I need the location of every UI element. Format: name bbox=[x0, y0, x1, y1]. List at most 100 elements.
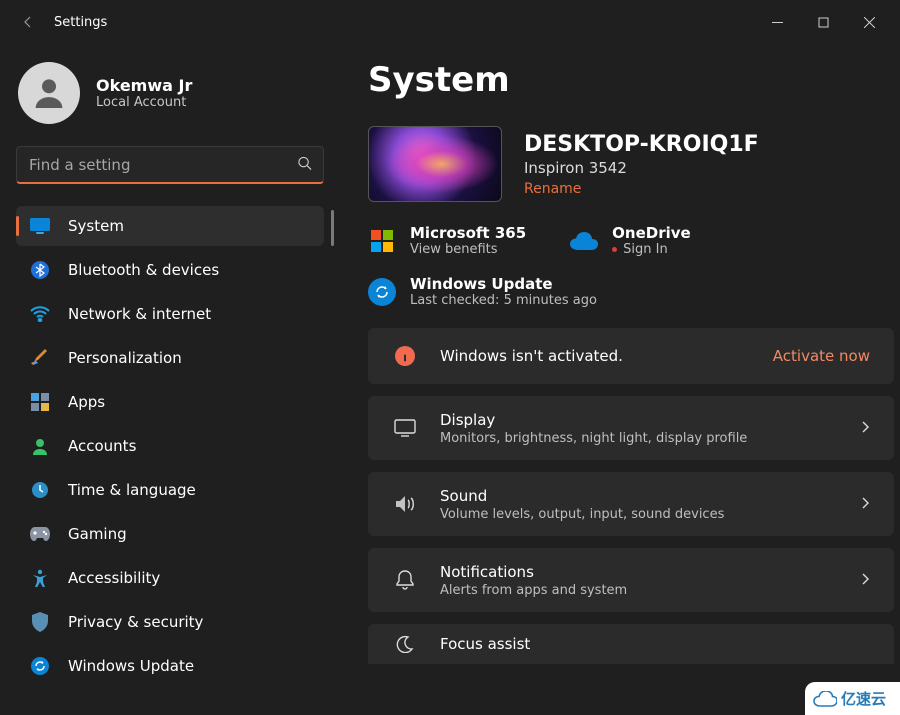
moon-icon bbox=[392, 635, 418, 653]
sidebar-item-accounts[interactable]: Accounts bbox=[16, 426, 324, 466]
search-icon bbox=[297, 156, 312, 175]
windows-update-block[interactable]: Windows Update Last checked: 5 minutes a… bbox=[368, 275, 894, 308]
profile-block[interactable]: Okemwa Jr Local Account bbox=[16, 54, 324, 146]
service-title: OneDrive bbox=[612, 224, 691, 242]
device-image bbox=[368, 126, 502, 202]
service-sub: Sign In bbox=[612, 242, 691, 257]
cloud-icon bbox=[813, 691, 837, 707]
shield-icon bbox=[30, 612, 50, 632]
card-title: Notifications bbox=[440, 563, 627, 581]
arrow-left-icon bbox=[20, 14, 36, 30]
profile-name: Okemwa Jr bbox=[96, 76, 192, 95]
search-wrap bbox=[16, 146, 324, 184]
close-icon bbox=[864, 17, 875, 28]
maximize-icon bbox=[818, 17, 829, 28]
sidebar-item-label: Accounts bbox=[68, 437, 136, 455]
bluetooth-icon bbox=[30, 260, 50, 280]
accessibility-icon bbox=[30, 568, 50, 588]
service-m365[interactable]: Microsoft 365 View benefits bbox=[368, 224, 526, 257]
activation-card[interactable]: Windows isn't activated. Activate now bbox=[368, 328, 894, 384]
watermark: 亿速云 bbox=[805, 682, 900, 715]
sidebar-item-personalization[interactable]: Personalization bbox=[16, 338, 324, 378]
sidebar-item-label: Apps bbox=[68, 393, 105, 411]
activate-now-link[interactable]: Activate now bbox=[773, 347, 870, 365]
sidebar-item-label: Privacy & security bbox=[68, 613, 203, 631]
sidebar-item-update[interactable]: Windows Update bbox=[16, 646, 324, 686]
sound-icon bbox=[392, 495, 418, 513]
sidebar-item-time[interactable]: Time & language bbox=[16, 470, 324, 510]
nav: System Bluetooth & devices Network & int… bbox=[16, 206, 324, 686]
chevron-right-icon bbox=[861, 571, 870, 590]
card-title: Display bbox=[440, 411, 747, 429]
sidebar-item-label: Personalization bbox=[68, 349, 182, 367]
back-button[interactable] bbox=[8, 2, 48, 42]
paintbrush-icon bbox=[30, 348, 50, 368]
sidebar-item-label: Windows Update bbox=[68, 657, 194, 675]
card-sound[interactable]: Sound Volume levels, output, input, soun… bbox=[368, 472, 894, 536]
services-row: Microsoft 365 View benefits OneDrive Sig… bbox=[368, 224, 894, 257]
accounts-icon bbox=[30, 436, 50, 456]
card-focus-assist[interactable]: Focus assist bbox=[368, 624, 894, 664]
maximize-button[interactable] bbox=[800, 6, 846, 38]
gamepad-icon bbox=[30, 524, 50, 544]
card-sub: Alerts from apps and system bbox=[440, 583, 627, 598]
apps-icon bbox=[30, 392, 50, 412]
card-sub: Monitors, brightness, night light, displ… bbox=[440, 431, 747, 446]
service-title: Microsoft 365 bbox=[410, 224, 526, 242]
chevron-right-icon bbox=[861, 495, 870, 514]
window-title: Settings bbox=[54, 15, 107, 30]
main: System DESKTOP-KROIQ1F Inspiron 3542 Ren… bbox=[340, 44, 900, 715]
sidebar-item-privacy[interactable]: Privacy & security bbox=[16, 602, 324, 642]
alert-dot-icon bbox=[612, 247, 617, 252]
card-display[interactable]: Display Monitors, brightness, night ligh… bbox=[368, 396, 894, 460]
activation-message: Windows isn't activated. bbox=[440, 347, 623, 365]
search-input[interactable] bbox=[16, 146, 324, 184]
device-name: DESKTOP-KROIQ1F bbox=[524, 132, 759, 157]
m365-icon bbox=[368, 227, 396, 255]
update-circle-icon bbox=[368, 278, 396, 306]
update-title: Windows Update bbox=[410, 275, 597, 293]
bell-icon bbox=[392, 569, 418, 591]
update-icon bbox=[30, 656, 50, 676]
system-icon bbox=[30, 216, 50, 236]
wifi-icon bbox=[30, 304, 50, 324]
scrollbar-thumb[interactable] bbox=[331, 210, 334, 246]
sidebar-item-label: Bluetooth & devices bbox=[68, 261, 219, 279]
sidebar-item-label: Gaming bbox=[68, 525, 127, 543]
display-icon bbox=[392, 419, 418, 437]
sidebar-item-apps[interactable]: Apps bbox=[16, 382, 324, 422]
window-controls bbox=[754, 6, 892, 38]
sidebar: Okemwa Jr Local Account System Bluetooth… bbox=[0, 44, 340, 715]
card-title: Sound bbox=[440, 487, 724, 505]
rename-link[interactable]: Rename bbox=[524, 181, 759, 197]
sidebar-item-label: Time & language bbox=[68, 481, 196, 499]
sidebar-item-bluetooth[interactable]: Bluetooth & devices bbox=[16, 250, 324, 290]
sidebar-item-network[interactable]: Network & internet bbox=[16, 294, 324, 334]
card-title: Focus assist bbox=[440, 635, 530, 653]
watermark-text: 亿速云 bbox=[841, 688, 886, 709]
page-title: System bbox=[368, 60, 894, 100]
device-model: Inspiron 3542 bbox=[524, 159, 759, 177]
card-sub: Volume levels, output, input, sound devi… bbox=[440, 507, 724, 522]
minimize-icon bbox=[772, 17, 783, 28]
onedrive-icon bbox=[570, 227, 598, 255]
sidebar-item-system[interactable]: System bbox=[16, 206, 324, 246]
update-sub: Last checked: 5 minutes ago bbox=[410, 293, 597, 308]
service-onedrive[interactable]: OneDrive Sign In bbox=[570, 224, 691, 257]
device-block: DESKTOP-KROIQ1F Inspiron 3542 Rename bbox=[368, 126, 894, 202]
clock-icon bbox=[30, 480, 50, 500]
sidebar-item-label: System bbox=[68, 217, 124, 235]
profile-sub: Local Account bbox=[96, 95, 192, 110]
info-icon bbox=[392, 346, 418, 366]
sidebar-item-gaming[interactable]: Gaming bbox=[16, 514, 324, 554]
card-notifications[interactable]: Notifications Alerts from apps and syste… bbox=[368, 548, 894, 612]
minimize-button[interactable] bbox=[754, 6, 800, 38]
titlebar: Settings bbox=[0, 0, 900, 44]
chevron-right-icon bbox=[861, 419, 870, 438]
person-icon bbox=[29, 73, 69, 113]
avatar bbox=[18, 62, 80, 124]
sidebar-item-label: Accessibility bbox=[68, 569, 160, 587]
service-sub-text: Sign In bbox=[623, 242, 668, 257]
sidebar-item-accessibility[interactable]: Accessibility bbox=[16, 558, 324, 598]
close-button[interactable] bbox=[846, 6, 892, 38]
